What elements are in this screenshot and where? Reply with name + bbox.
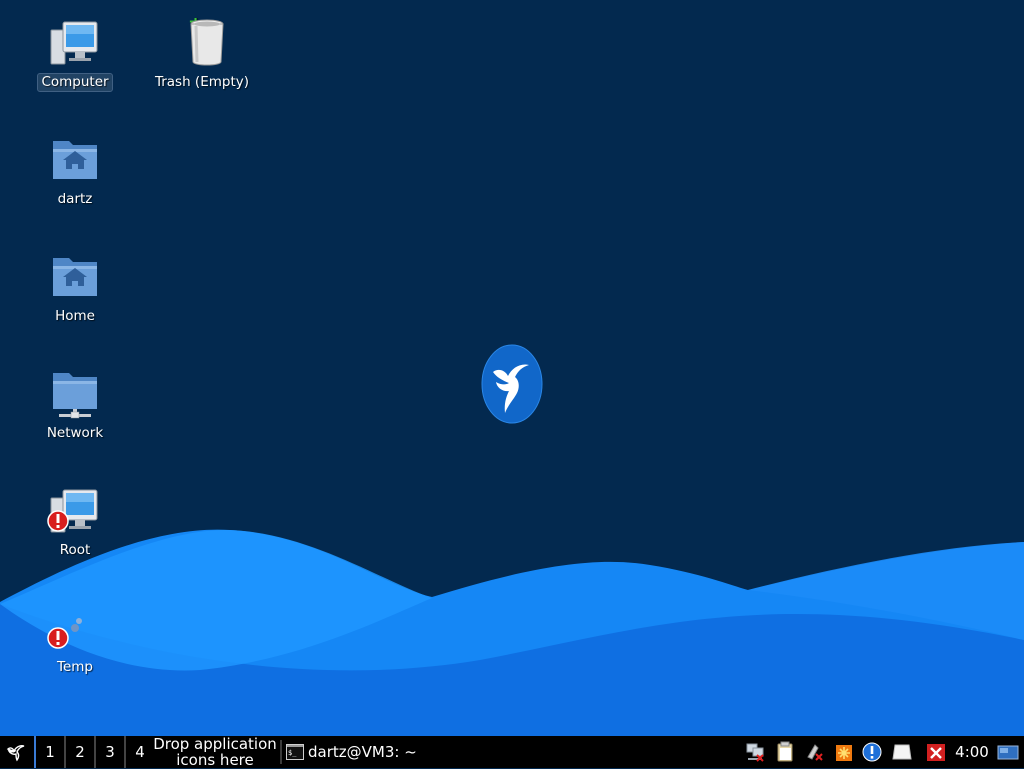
trash-icon: + <box>188 11 224 66</box>
workspace-label: 3 <box>105 743 115 761</box>
wallpaper <box>0 0 1024 736</box>
network-folder-icon <box>53 373 97 419</box>
svg-text:$_: $_ <box>288 749 297 757</box>
clock-label: 4:00 <box>955 743 989 761</box>
show-desktop-icon[interactable] <box>997 741 1019 763</box>
launcher-drop-area[interactable]: Drop application icons here <box>150 736 280 768</box>
window-button-terminal[interactable]: $_ dartz@VM3: ~ <box>286 736 426 768</box>
desktop[interactable]: Computer + Trash (Empty) dartz <box>0 0 1024 736</box>
info-icon[interactable] <box>862 741 882 763</box>
terminal-icon: $_ <box>286 744 304 760</box>
computer-error-icon <box>47 489 98 533</box>
workspace-label: 1 <box>45 743 55 761</box>
desktop-icon-network[interactable]: Network <box>20 369 130 442</box>
desktop-icon-label: Computer <box>37 73 113 92</box>
workspace-1[interactable]: 1 <box>34 736 64 768</box>
clipboard-icon[interactable] <box>775 741 795 763</box>
desktop-icon-label: Root <box>59 542 91 558</box>
hummingbird-logo <box>481 344 543 424</box>
start-menu-button[interactable] <box>0 736 32 768</box>
desktop-icon-temp[interactable]: Temp <box>20 603 130 676</box>
workspace-label: 4 <box>135 743 145 761</box>
clock[interactable]: 4:00 <box>952 736 992 768</box>
home-folder-icon <box>53 258 97 296</box>
workspace-label: 2 <box>75 743 85 761</box>
computer-icon <box>50 21 98 65</box>
window-title: dartz@VM3: ~ <box>308 743 417 761</box>
taskbar-separator <box>280 740 282 764</box>
desktop-icon-root[interactable]: Root <box>20 486 130 559</box>
desktop-icon-computer[interactable]: Computer <box>20 18 130 92</box>
mount-error-icon[interactable] <box>805 741 825 763</box>
desktop-icon-label: Home <box>55 308 95 324</box>
desktop-icon-dartz[interactable]: dartz <box>20 135 130 208</box>
home-folder-icon <box>53 141 97 179</box>
workspace-3[interactable]: 3 <box>94 736 124 768</box>
desktop-icon-home[interactable]: Home <box>20 252 130 325</box>
temp-error-icon <box>47 618 82 649</box>
desktop-icon-label: Temp <box>57 659 93 675</box>
taskbar: 1 2 3 4 Drop application icons here $_ d… <box>0 736 1024 768</box>
desktop-icon-label: Network <box>46 425 104 441</box>
network-error-icon[interactable] <box>745 741 765 763</box>
desktop-icon-label: dartz <box>57 191 93 207</box>
desktop-icon-trash[interactable]: + Trash (Empty) <box>147 11 257 91</box>
updates-icon[interactable] <box>834 741 854 763</box>
launcher-hint: Drop application icons here <box>153 735 277 769</box>
desktop-icon-label: Trash (Empty) <box>154 74 250 90</box>
blank-note-icon[interactable] <box>892 741 912 763</box>
close-red-icon[interactable] <box>926 741 946 763</box>
hummingbird-menu-icon <box>6 745 25 762</box>
workspace-2[interactable]: 2 <box>64 736 94 768</box>
